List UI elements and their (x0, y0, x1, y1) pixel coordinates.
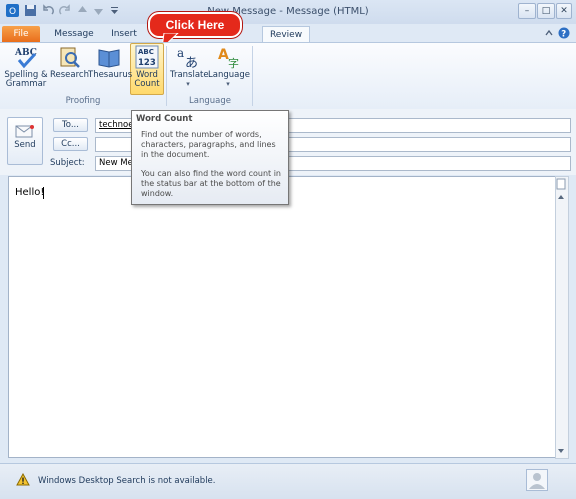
translate-icon: aあ (176, 45, 200, 71)
minimize-button[interactable]: – (518, 3, 536, 19)
svg-text:字: 字 (228, 56, 239, 69)
undo-icon[interactable] (42, 4, 55, 17)
svg-text:123: 123 (138, 58, 156, 68)
envelope-icon (15, 124, 35, 138)
thesaurus-label: Thesaurus (88, 70, 133, 80)
tab-insert[interactable]: Insert (104, 26, 144, 42)
svg-text:a: a (177, 46, 184, 60)
group-label-proofing: Proofing (65, 96, 101, 106)
text-caret (43, 187, 44, 199)
grammar-label: Grammar (5, 79, 47, 89)
vertical-scrollbar[interactable] (555, 176, 569, 459)
outlook-icon[interactable]: O (6, 4, 19, 17)
svg-text:?: ? (561, 30, 566, 40)
svg-text:ABC: ABC (138, 48, 154, 56)
spelling-grammar-button[interactable]: ABC Spelling & Grammar (4, 45, 48, 89)
group-label-language: Language (189, 96, 231, 106)
group-separator (252, 46, 253, 106)
status-message: Windows Desktop Search is not available. (38, 476, 216, 486)
close-button[interactable]: ✕ (556, 3, 572, 19)
translate-label: Translate (170, 70, 209, 80)
svg-text:O: O (9, 7, 16, 17)
scroll-up-icon[interactable] (556, 193, 566, 201)
tab-message[interactable]: Message (52, 26, 96, 42)
tooltip-description: Find out the number of words, characters… (141, 130, 276, 159)
people-pane-avatar[interactable] (526, 469, 548, 491)
tooltip-title: Word Count (136, 114, 193, 124)
cc-button[interactable]: Cc... (53, 137, 88, 151)
chevron-up-icon[interactable] (544, 28, 554, 38)
language-button[interactable]: A字 Language ▾ (208, 45, 250, 89)
ruler-icon[interactable] (556, 178, 566, 190)
dropdown-arrow-icon: ▾ (226, 80, 230, 88)
count-label: Count (134, 79, 160, 89)
up-arrow-icon[interactable] (76, 4, 89, 17)
customize-qat-icon[interactable] (108, 4, 121, 17)
send-button[interactable]: Send (7, 117, 43, 165)
word-count-icon: ABC 123 (135, 45, 159, 69)
dropdown-arrow-icon: ▾ (186, 80, 190, 88)
tab-file[interactable]: File (2, 26, 40, 42)
translate-button[interactable]: aあ Translate ▾ (170, 45, 209, 89)
language-icon: A字 (216, 45, 240, 70)
svg-text:あ: あ (185, 56, 198, 69)
redo-icon[interactable] (58, 4, 71, 17)
thesaurus-button[interactable]: Thesaurus (88, 45, 133, 80)
research-label: Research (50, 70, 89, 80)
subject-label: Subject: (50, 158, 85, 168)
to-recipient: technoe (99, 120, 134, 130)
group-separator (166, 46, 167, 106)
research-button[interactable]: Research (50, 45, 89, 80)
message-body-text: Hello! (15, 187, 45, 198)
help-icon[interactable]: ? (558, 27, 570, 40)
research-icon (57, 45, 81, 69)
message-body[interactable] (8, 176, 556, 458)
tooltip-note: You can also find the word count in the … (141, 169, 281, 198)
to-button[interactable]: To... (53, 118, 88, 132)
spelling-check-icon: ABC (14, 45, 38, 69)
warning-icon (16, 472, 30, 486)
word-count-button[interactable]: ABC 123 Word Count (131, 45, 163, 89)
language-label: Language (208, 70, 250, 80)
thesaurus-icon (97, 45, 121, 69)
save-icon[interactable] (24, 4, 37, 17)
maximize-button[interactable]: □ (537, 3, 555, 19)
scroll-down-icon[interactable] (556, 447, 566, 455)
down-arrow-icon[interactable] (92, 4, 105, 17)
send-label: Send (14, 140, 36, 150)
